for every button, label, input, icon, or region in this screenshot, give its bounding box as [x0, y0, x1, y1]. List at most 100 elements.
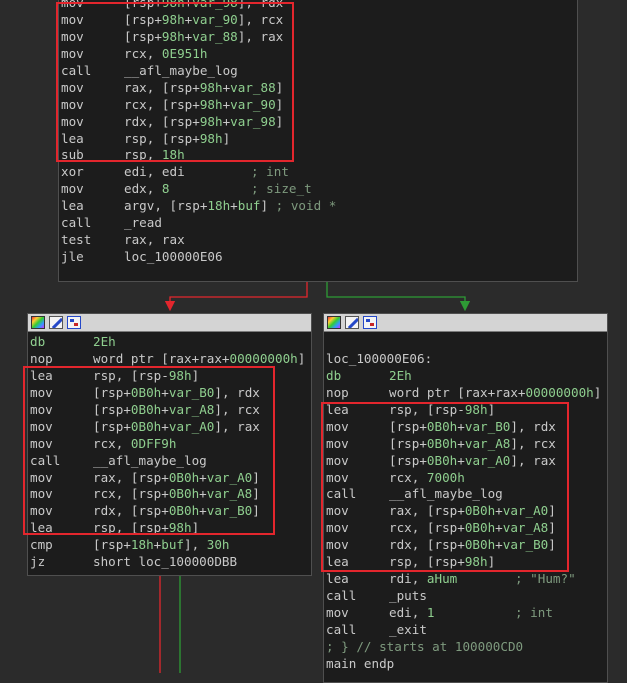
- mnemonic: mov: [61, 79, 84, 95]
- operands: _puts: [389, 588, 427, 605]
- asm-line[interactable]: jle loc_100000E06: [61, 249, 577, 266]
- asm-line[interactable]: lea rsp, [rsp-98h]: [30, 368, 311, 385]
- asm-line[interactable]: mov rcx, [rsp+98h+var_90]: [61, 97, 577, 114]
- asm-line[interactable]: xor edi, edi ; int: [61, 164, 577, 181]
- asm-line[interactable]: nop word ptr [rax+rax+00000000h]: [326, 385, 607, 402]
- graph-view-icon[interactable]: [363, 316, 377, 329]
- graph-view-icon[interactable]: [67, 316, 81, 329]
- mnemonic: call: [61, 62, 92, 78]
- asm-line[interactable]: lea rdi, aHum ; "Hum?": [326, 571, 607, 588]
- operand-token[interactable]: aHum: [427, 571, 457, 586]
- asm-line[interactable]: mov edx, 8 ; size_t: [61, 181, 577, 198]
- asm-line[interactable]: mov [rsp+0B0h+var_A0], rax: [326, 453, 607, 470]
- basic-block-right[interactable]: loc_100000E06: db 2Eh nop word ptr [rax+rax+…: [323, 313, 608, 683]
- operand-token: rdx, [rsp+: [93, 503, 169, 519]
- asm-line[interactable]: mov rdx, [rsp+0B0h+var_B0]: [30, 503, 311, 520]
- asm-line[interactable]: loc_100000E06:: [326, 351, 607, 368]
- asm-line[interactable]: mov rax, [rsp+0B0h+var_A0]: [30, 470, 311, 487]
- basic-block-left[interactable]: db 2Eh nop word ptr [rax+rax+00000000h] lea r…: [27, 313, 312, 576]
- operands: [rsp+98h+var_98], rdx: [124, 0, 283, 12]
- asm-line[interactable]: mov edi, 1 ; int: [326, 605, 607, 622]
- operand-token[interactable]: var_A0: [503, 503, 549, 518]
- pencil-icon[interactable]: [345, 316, 359, 329]
- operand-token[interactable]: var_A0: [465, 453, 511, 468]
- pencil-icon[interactable]: [49, 316, 63, 329]
- code-label[interactable]: loc_100000E06:: [326, 351, 432, 366]
- operand-token[interactable]: buf: [161, 537, 184, 552]
- asm-line[interactable]: mov [rsp+0B0h+var_A8], rcx: [326, 436, 607, 453]
- asm-line[interactable]: mov [rsp+98h+var_98], rdx: [61, 0, 577, 12]
- color-palette-icon[interactable]: [327, 316, 341, 329]
- asm-line[interactable]: lea rsp, [rsp+98h]: [61, 131, 577, 148]
- asm-line[interactable]: lea rsp, [rsp+98h]: [326, 554, 607, 571]
- operand-token[interactable]: var_B0: [503, 537, 549, 552]
- operand-token: ]: [260, 198, 276, 214]
- operand-token: ], rcx: [214, 401, 260, 417]
- asm-line[interactable]: mov [rsp+0B0h+var_B0], rdx: [30, 385, 311, 402]
- asm-line[interactable]: cmp [rsp+18h+buf], 30h: [30, 537, 311, 554]
- asm-line[interactable]: mov [rsp+0B0h+var_A8], rcx: [30, 402, 311, 419]
- operand-token[interactable]: var_B0: [207, 503, 253, 518]
- operand-token[interactable]: var_88: [230, 80, 276, 95]
- operand-token[interactable]: var_A8: [465, 436, 511, 451]
- asm-line[interactable]: mov [rsp+0B0h+var_B0], rdx: [326, 419, 607, 436]
- color-palette-icon[interactable]: [31, 316, 45, 329]
- asm-line[interactable]: call _exit: [326, 622, 607, 639]
- operands: [rsp+0B0h+var_B0], rdx: [93, 385, 260, 402]
- mnemonic: call: [326, 486, 357, 502]
- operand-token[interactable]: var_B0: [465, 419, 511, 434]
- operand-token[interactable]: var_B0: [169, 385, 215, 400]
- asm-line[interactable]: mov rcx, [rsp+0B0h+var_A8]: [30, 486, 311, 503]
- asm-line[interactable]: mov [rsp+98h+var_88], rax: [61, 29, 577, 46]
- operands: edx, 8: [124, 181, 170, 198]
- asm-line[interactable]: mov [rsp+0B0h+var_A0], rax: [30, 419, 311, 436]
- operand-token[interactable]: var_A8: [207, 486, 253, 501]
- operand-token[interactable]: var_A0: [169, 419, 215, 434]
- asm-line[interactable]: call __afl_maybe_log: [61, 63, 577, 80]
- operand-token[interactable]: var_90: [230, 97, 276, 112]
- asm-line[interactable]: jz short loc_100000DBB: [30, 554, 311, 571]
- asm-line[interactable]: mov rdx, [rsp+0B0h+var_B0]: [326, 537, 607, 554]
- asm-line[interactable]: main endp: [326, 656, 607, 673]
- operand-token[interactable]: var_A8: [503, 520, 549, 535]
- asm-line[interactable]: db 2Eh: [326, 368, 607, 385]
- operand-token[interactable]: var_88: [192, 29, 238, 44]
- operand-token[interactable]: var_98: [192, 0, 238, 10]
- operand-token[interactable]: var_A8: [169, 402, 215, 417]
- asm-line[interactable]: call _read: [61, 215, 577, 232]
- operand-token: 98h: [199, 96, 223, 112]
- asm-line[interactable]: call __afl_maybe_log: [30, 453, 311, 470]
- asm-line[interactable]: mov [rsp+98h+var_90], rcx: [61, 12, 577, 29]
- asm-line[interactable]: test rax, rax: [61, 232, 577, 249]
- asm-line[interactable]: mov rax, [rsp+98h+var_88]: [61, 80, 577, 97]
- mnemonic: mov: [30, 418, 53, 434]
- operands: rcx, [rsp+98h+var_90]: [124, 97, 283, 114]
- operand-token: 8: [161, 181, 170, 197]
- asm-line[interactable]: mov rcx, 0E951h: [61, 46, 577, 63]
- asm-line[interactable]: mov rcx, 0DFF9h: [30, 436, 311, 453]
- asm-line[interactable]: db 2Eh: [30, 334, 311, 351]
- asm-line[interactable]: lea rsp, [rsp-98h]: [326, 402, 607, 419]
- operand-token[interactable]: var_A0: [207, 470, 253, 485]
- asm-line[interactable]: mov rcx, [rsp+0B0h+var_A8]: [326, 520, 607, 537]
- operand-token[interactable]: var_98: [230, 114, 276, 129]
- asm-line[interactable]: [326, 334, 607, 351]
- asm-line[interactable]: nop word ptr [rax+rax+00000000h]: [30, 351, 311, 368]
- asm-line[interactable]: lea argv, [rsp+18h+buf] ; void *: [61, 198, 577, 215]
- asm-line[interactable]: sub rsp, 18h: [61, 147, 577, 164]
- code-text: ; } // starts at 100000CD0: [326, 638, 524, 654]
- basic-block-top[interactable]: mov [rsp+98h+var_98], rdx mov [rsp+98h+var_…: [58, 0, 578, 282]
- asm-line[interactable]: mov rdx, [rsp+98h+var_98]: [61, 114, 577, 131]
- asm-line[interactable]: lea rsp, [rsp+98h]: [30, 520, 311, 537]
- mnemonic: jle: [61, 249, 84, 265]
- asm-line[interactable]: mov rax, [rsp+0B0h+var_A0]: [326, 503, 607, 520]
- asm-line[interactable]: call __afl_maybe_log: [326, 486, 607, 503]
- operand-token[interactable]: var_90: [192, 12, 238, 27]
- operand-token: 98h: [464, 401, 488, 417]
- operands: [rsp+98h+var_88], rax: [124, 29, 283, 46]
- asm-line[interactable]: ; } // starts at 100000CD0: [326, 639, 607, 656]
- asm-line[interactable]: mov rcx, 7000h: [326, 470, 607, 487]
- operand-token: ], rax: [214, 418, 260, 434]
- asm-line[interactable]: call _puts: [326, 588, 607, 605]
- operand-token[interactable]: buf: [238, 198, 261, 213]
